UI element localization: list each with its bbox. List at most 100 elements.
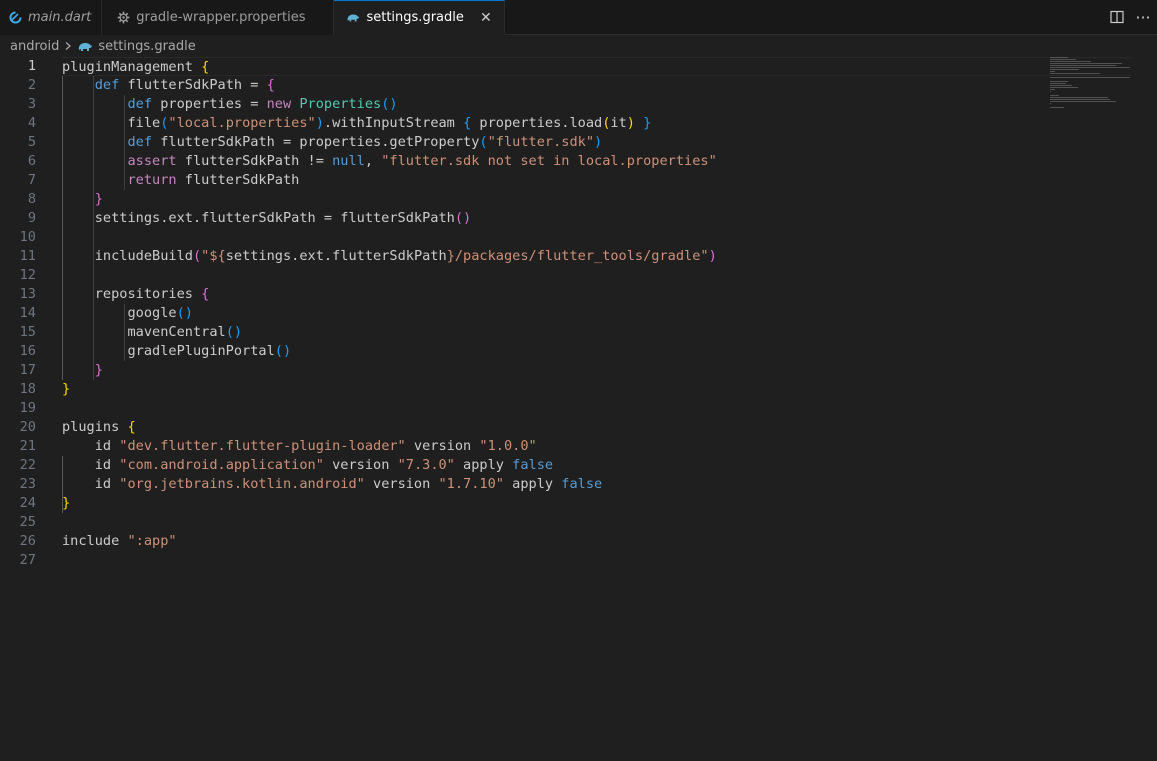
minimap-line	[1050, 67, 1130, 68]
code-line[interactable]: def properties = new Properties()	[62, 95, 1042, 114]
line-number: 22	[19, 457, 36, 473]
code-line[interactable]: repositories {	[62, 285, 1042, 304]
code-token: (	[192, 248, 202, 264]
code-token: "org.jetbrains.kotlin.android"	[119, 476, 365, 492]
code-token: "flutter.sdk not set in local.properties…	[381, 153, 717, 169]
indent-guide	[93, 76, 94, 380]
code-token: flutterSdkPath !=	[176, 153, 333, 169]
code-line[interactable]: assert flutterSdkPath != null, "flutter.…	[62, 152, 1042, 171]
minimap-line	[1050, 103, 1051, 104]
line-number: 16	[19, 343, 36, 359]
code-line[interactable]	[62, 513, 1042, 532]
breadcrumb-folder[interactable]: android	[10, 39, 59, 54]
code-line[interactable]	[62, 228, 1042, 247]
indent-guide	[62, 456, 63, 513]
code-line[interactable]: gradlePluginPortal()	[62, 342, 1042, 361]
code-line[interactable]: plugins {	[62, 418, 1042, 437]
code-token: flutterSdkPath	[176, 172, 300, 188]
code-token: properties =	[152, 96, 267, 112]
code-token: "dev.flutter.flutter-plugin-loader"	[119, 438, 406, 454]
code-line[interactable]: id "org.jetbrains.kotlin.android" versio…	[62, 475, 1042, 494]
code-token: {	[201, 286, 210, 302]
line-number: 20	[19, 419, 36, 435]
minimap-line	[1050, 63, 1122, 64]
code-line[interactable]	[62, 551, 1042, 570]
line-number: 27	[19, 552, 36, 568]
code-line[interactable]	[62, 266, 1042, 285]
code-token: )	[626, 115, 635, 131]
line-number: 12	[19, 267, 36, 283]
code-line[interactable]: mavenCentral()	[62, 323, 1042, 342]
code-line[interactable]: include ":app"	[62, 532, 1042, 551]
code-area[interactable]: pluginManagement { def flutterSdkPath = …	[62, 57, 1132, 570]
code-line[interactable]: includeBuild("${settings.ext.flutterSdkP…	[62, 247, 1042, 266]
tab-label: main.dart	[28, 10, 92, 25]
code-token: google	[62, 305, 177, 321]
code-token: include	[62, 533, 128, 549]
code-token: def	[94, 77, 120, 93]
code-token: version	[364, 476, 439, 492]
code-token: "1.7.10"	[438, 476, 504, 492]
minimap-line	[1050, 107, 1064, 108]
code-token: }/packages/flutter_tools/gradle"	[446, 248, 709, 264]
tab-gradle-wrapper-properties[interactable]: gradle-wrapper.properties	[102, 0, 335, 35]
code-line[interactable]: id "com.android.application" version "7.…	[62, 456, 1042, 475]
more-actions-icon[interactable]: ···	[1133, 7, 1153, 27]
line-number: 15	[19, 324, 36, 340]
code-token: id	[62, 457, 120, 473]
minimap-line	[1050, 95, 1059, 96]
code-line[interactable]: google()	[62, 304, 1042, 323]
breadcrumb: android settings.gradle	[0, 35, 1157, 57]
code-token: {	[201, 59, 210, 75]
minimap-line	[1050, 71, 1055, 72]
code-line[interactable]: id "dev.flutter.flutter-plugin-loader" v…	[62, 437, 1042, 456]
indent-guide	[124, 304, 125, 361]
line-number: 13	[19, 286, 36, 302]
code-line[interactable]: }	[62, 494, 1042, 513]
code-line[interactable]	[62, 399, 1042, 418]
close-icon[interactable]: ✕	[478, 10, 494, 26]
tab-settings-gradle[interactable]: settings.gradle ✕	[334, 0, 505, 35]
indent-guide	[124, 95, 125, 190]
code-token: ()	[176, 305, 193, 321]
line-number: 17	[19, 362, 36, 378]
code-token: ,	[364, 153, 382, 169]
code-line[interactable]: file("local.properties").withInputStream…	[62, 114, 1042, 133]
gradle-elephant-icon	[77, 40, 93, 53]
code-token: null	[332, 153, 365, 169]
code-editor[interactable]: 1 2 3 4 5 6 7 8 9 10 11 12 13 14 15 16 17 18 19 20 21 22 23 24 2…	[0, 57, 1157, 761]
minimap-line	[1050, 85, 1072, 86]
code-line[interactable]: settings.ext.flutterSdkPath = flutterSdk…	[62, 209, 1042, 228]
minimap[interactable]	[1050, 57, 1145, 117]
code-token: includeBuild	[62, 248, 193, 264]
breadcrumb-file[interactable]: settings.gradle	[77, 39, 196, 54]
minimap-line	[1050, 89, 1055, 90]
code-token: flutterSdkPath =	[119, 77, 267, 93]
line-number: 25	[19, 514, 36, 530]
split-editor-icon[interactable]	[1107, 7, 1127, 27]
code-line[interactable]: pluginManagement {	[62, 57, 1132, 76]
code-line[interactable]: }	[62, 380, 1042, 399]
code-line[interactable]: }	[62, 361, 1042, 380]
minimap-line	[1050, 77, 1130, 78]
line-number: 4	[27, 115, 36, 131]
code-token: }	[643, 115, 652, 131]
line-number: 14	[19, 305, 36, 321]
code-line[interactable]: def flutterSdkPath = {	[62, 76, 1042, 95]
minimap-line	[1050, 81, 1068, 82]
tab-main-dart[interactable]: main.dart	[0, 0, 103, 35]
code-line[interactable]: def flutterSdkPath = properties.getPrope…	[62, 133, 1042, 152]
line-number: 11	[19, 248, 36, 264]
code-line[interactable]: return flutterSdkPath	[62, 171, 1042, 190]
code-token: assert	[127, 153, 177, 169]
code-token: {	[266, 77, 275, 93]
code-line[interactable]: }	[62, 190, 1042, 209]
code-token: "local.properties"	[168, 115, 316, 131]
code-token: {	[127, 419, 136, 435]
minimap-line	[1050, 57, 1068, 58]
